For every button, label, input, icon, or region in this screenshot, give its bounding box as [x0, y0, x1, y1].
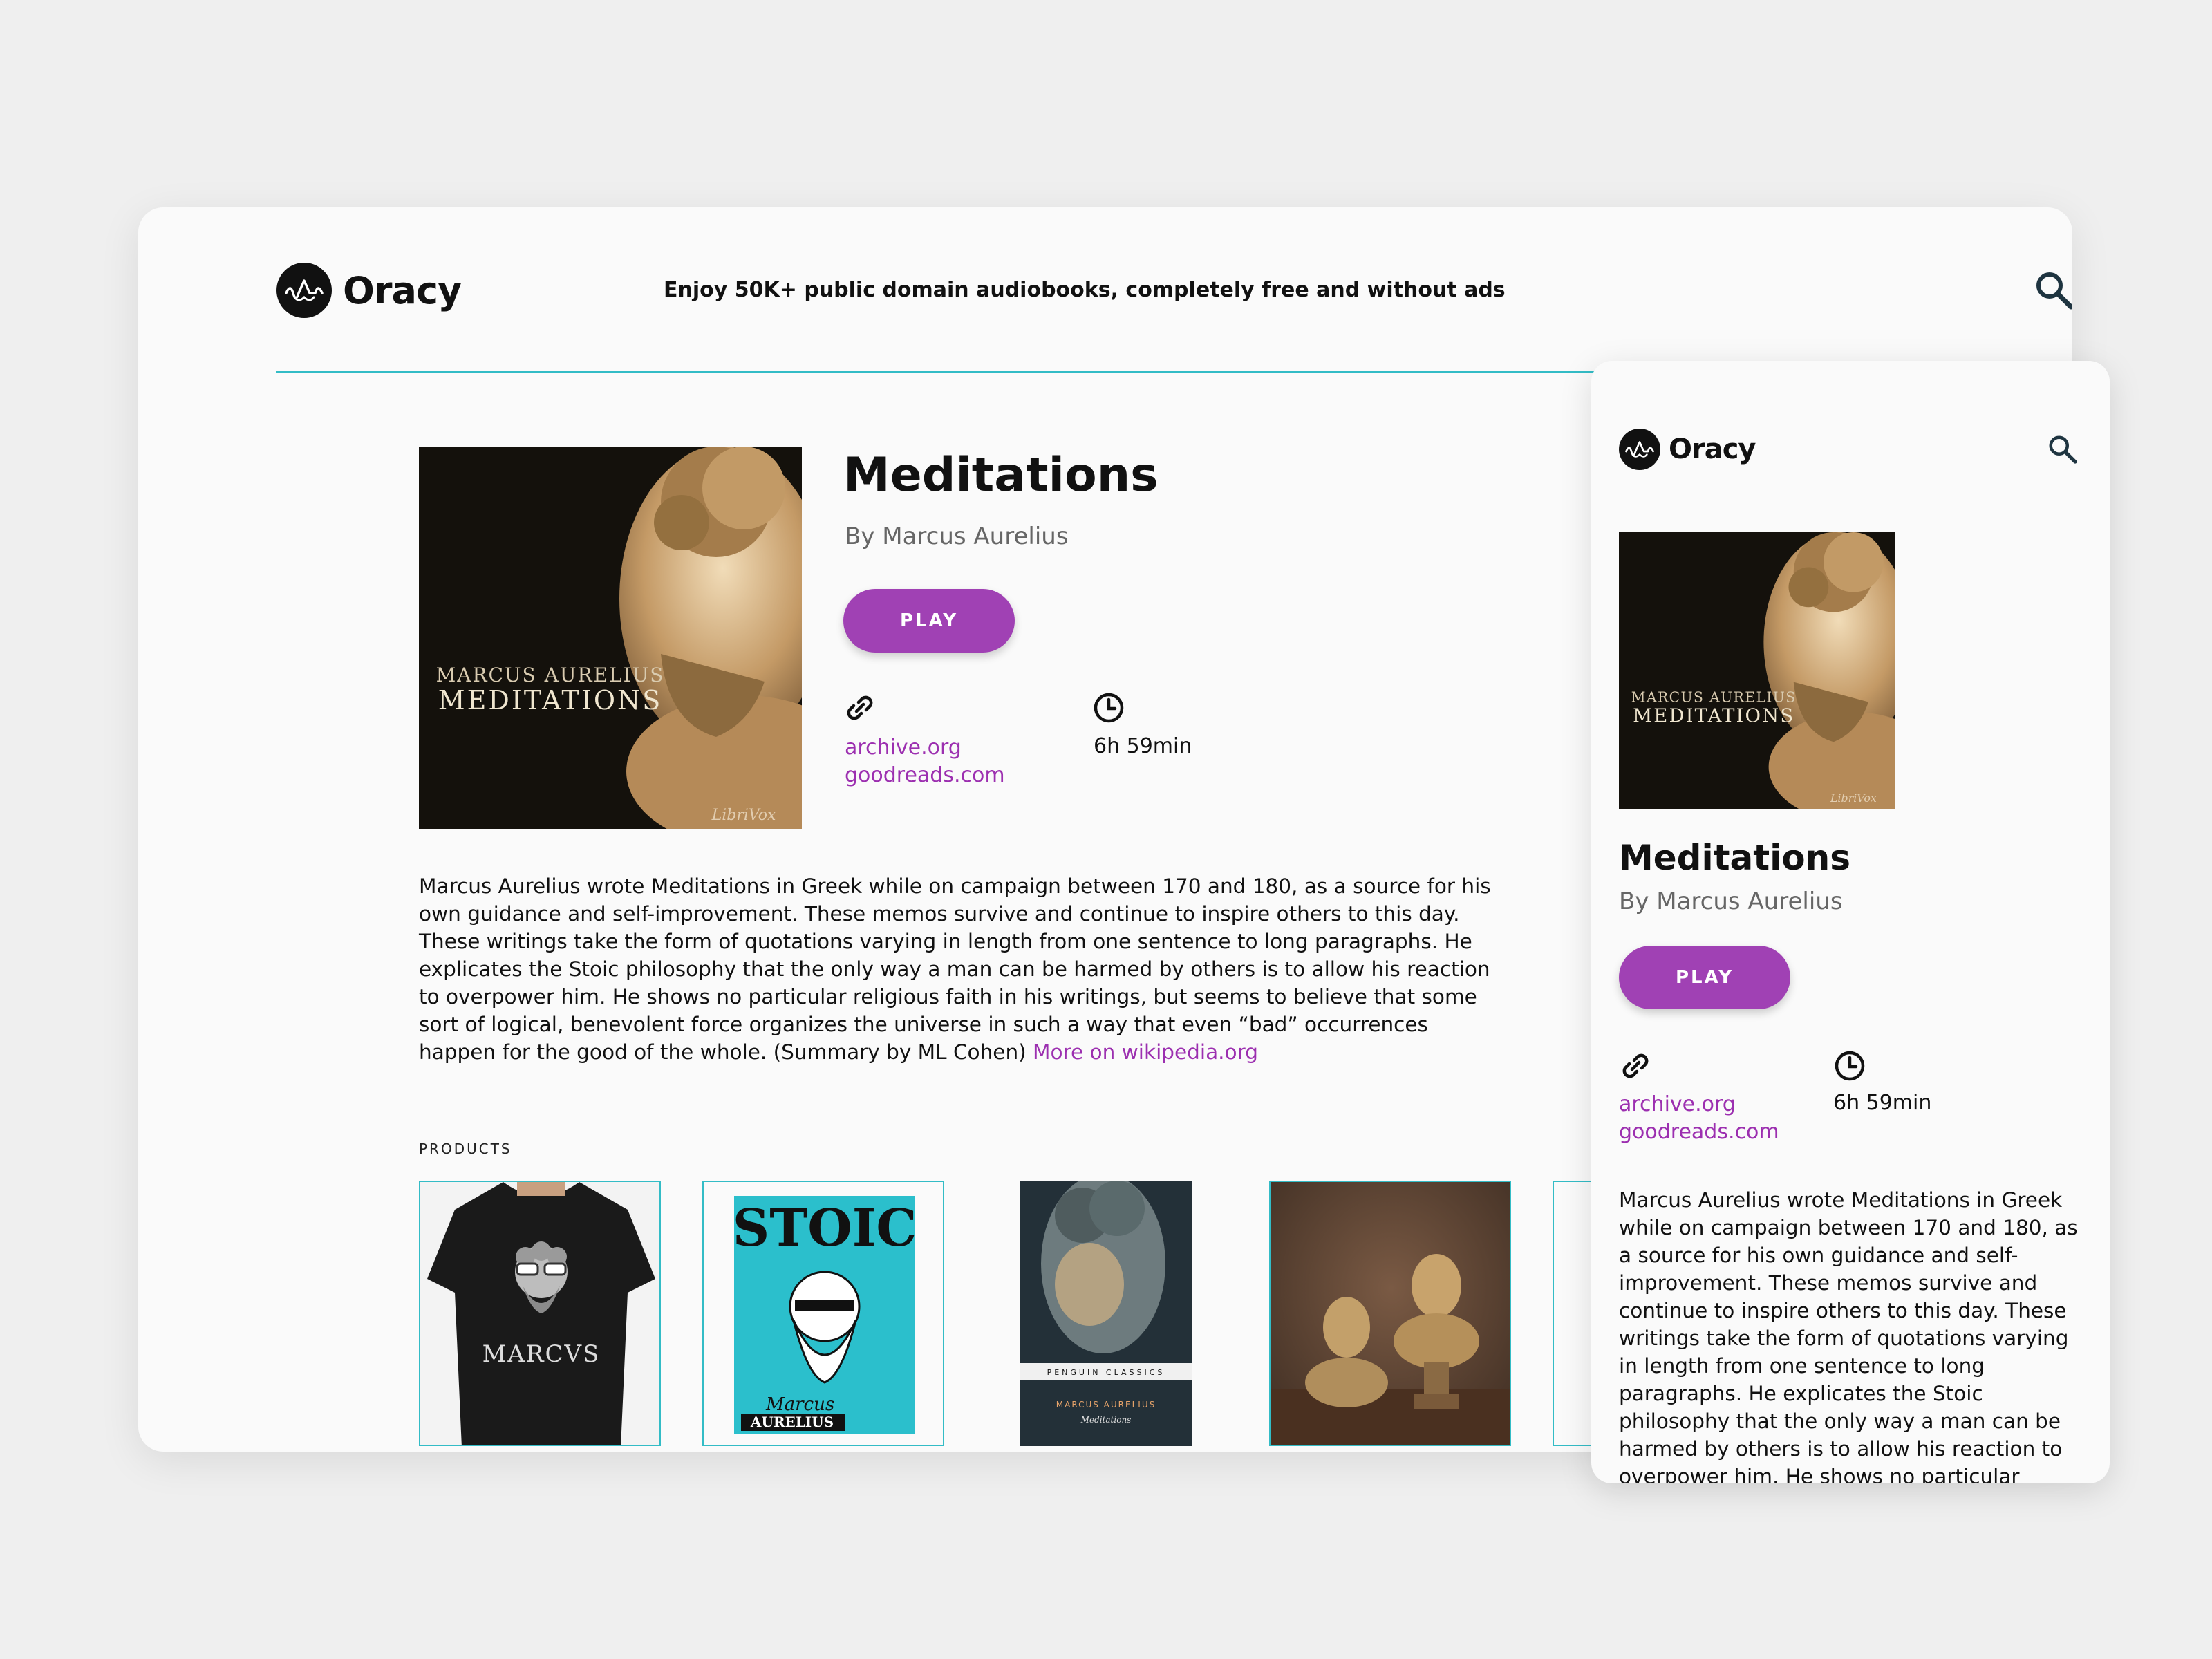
mobile-archive-link[interactable]: archive.org: [1619, 1091, 1779, 1118]
product-book[interactable]: PENGUIN CLASSICS MARCUS AURELIUS Meditat…: [986, 1181, 1228, 1446]
mobile-book-title: Meditations: [1619, 838, 1850, 878]
poster-sub: Marcus: [765, 1394, 834, 1415]
tshirt-text: MARCVS: [482, 1340, 601, 1368]
oracy-logo-icon: [1619, 429, 1660, 470]
play-button[interactable]: PLAY: [843, 589, 1015, 653]
product-tshirt[interactable]: MARCVS: [419, 1181, 661, 1446]
external-links: archive.org goodreads.com: [845, 734, 1005, 789]
mobile-cover-title-text: MEDITATIONS: [1633, 705, 1794, 727]
wikipedia-link[interactable]: More on wikipedia.org: [1033, 1040, 1258, 1064]
book-author: By Marcus Aurelius: [845, 523, 1069, 550]
brand-logo[interactable]: Oracy: [276, 263, 462, 318]
mobile-goodreads-link[interactable]: goodreads.com: [1619, 1118, 1779, 1146]
poster-title: STOIC: [733, 1199, 917, 1258]
description-text: Marcus Aurelius wrote Meditations in Gre…: [419, 874, 1491, 1064]
cover-author-text: MARCUS AURELIUS: [436, 664, 665, 686]
mobile-brand-logo[interactable]: Oracy: [1619, 429, 1756, 470]
mobile-external-links: archive.org goodreads.com: [1619, 1091, 1779, 1146]
clock-icon: [1833, 1049, 1866, 1082]
mobile-cover-publisher-text: LibriVox: [1830, 791, 1877, 805]
mobile-window: Oracy MARCUS AURELIUS MEDITATIONS LibriV…: [1591, 361, 2110, 1483]
desktop-header: Oracy Enjoy 50K+ public domain audiobook…: [276, 263, 2072, 346]
cover-title-text: MEDITATIONS: [438, 685, 663, 715]
link-icon: [1619, 1049, 1652, 1082]
poster-footer: AURELIUS: [750, 1414, 834, 1430]
clock-icon: [1092, 691, 1125, 724]
product-poster[interactable]: STOIC Marcus AURELIUS: [702, 1181, 944, 1446]
mobile-duration: 6h 59min: [1833, 1091, 1932, 1115]
book-product-author: MARCUS AURELIUS: [1056, 1400, 1156, 1409]
archive-link[interactable]: archive.org: [845, 734, 1005, 762]
products-label: PRODUCTS: [419, 1141, 512, 1157]
oracy-logo-icon: [276, 263, 332, 318]
goodreads-link[interactable]: goodreads.com: [845, 762, 1005, 789]
mobile-book-description: Marcus Aurelius wrote Meditations in Gre…: [1619, 1188, 2078, 1483]
mobile-cover-author-text: MARCUS AURELIUS: [1631, 688, 1797, 705]
mobile-book-cover: MARCUS AURELIUS MEDITATIONS LibriVox: [1619, 532, 1895, 809]
book-product-title: Meditations: [1080, 1415, 1132, 1425]
book-title: Meditations: [843, 448, 1159, 503]
book-description: Marcus Aurelius wrote Meditations in Gre…: [419, 872, 1511, 1066]
link-icon: [843, 691, 877, 724]
product-busts[interactable]: [1269, 1181, 1511, 1446]
duration: 6h 59min: [1094, 734, 1192, 758]
mobile-book-author: By Marcus Aurelius: [1619, 888, 1843, 915]
search-icon[interactable]: [2032, 268, 2072, 312]
header-divider: [276, 371, 1728, 373]
search-icon[interactable]: [2046, 433, 2079, 466]
cover-publisher-text: LibriVox: [711, 807, 776, 824]
mobile-play-button[interactable]: PLAY: [1619, 946, 1790, 1009]
book-series: PENGUIN CLASSICS: [1047, 1368, 1165, 1377]
brand-name: Oracy: [343, 268, 462, 312]
tagline: Enjoy 50K+ public domain audiobooks, com…: [664, 278, 1506, 302]
book-cover: MARCUS AURELIUS MEDITATIONS LibriVox: [419, 447, 802, 830]
mobile-brand-name: Oracy: [1669, 433, 1756, 465]
